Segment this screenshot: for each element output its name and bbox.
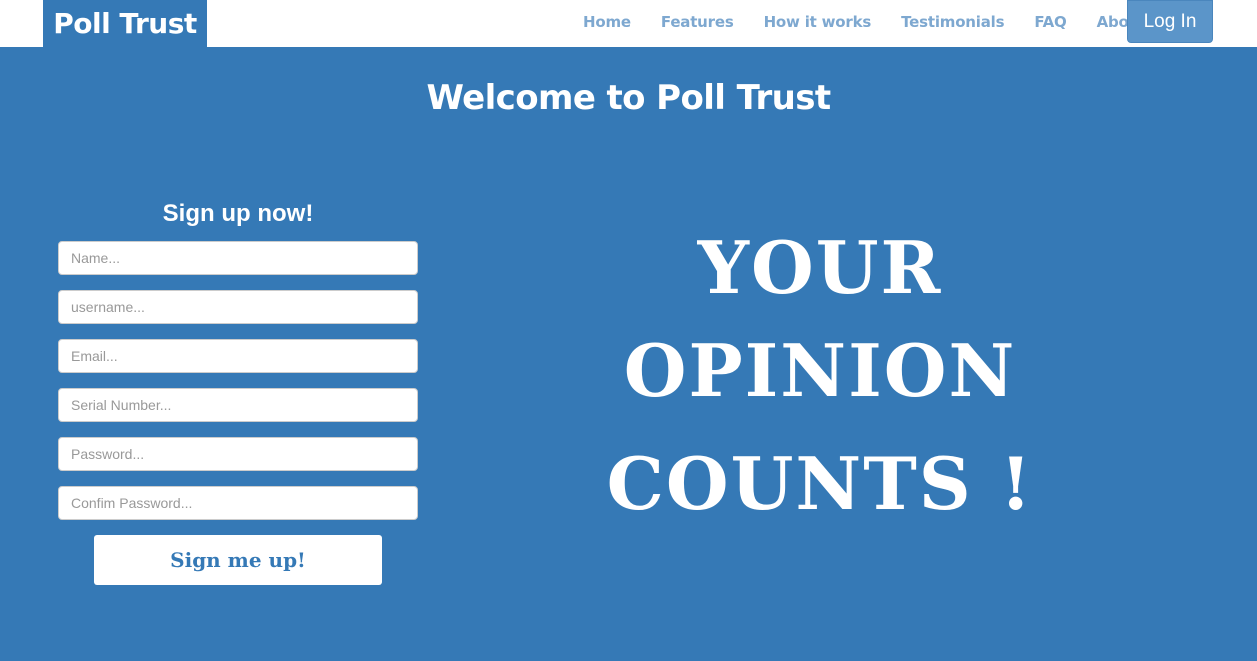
- slogan-line-3: COUNTS !: [606, 441, 1034, 526]
- serial-number-input[interactable]: [58, 388, 418, 422]
- page-title: Welcome to Poll Trust: [426, 78, 831, 118]
- email-input[interactable]: [58, 339, 418, 373]
- signup-button[interactable]: Sign me up!: [94, 535, 382, 585]
- nav-links: Home Features How it works Testimonials …: [568, 0, 1186, 44]
- name-input[interactable]: [58, 241, 418, 275]
- nav-link-home[interactable]: Home: [583, 13, 631, 31]
- slogan-line-1: YOUR: [697, 225, 943, 310]
- password-input[interactable]: [58, 437, 418, 471]
- nav-link-testimonials[interactable]: Testimonials: [901, 13, 1004, 31]
- navbar: Poll Trust Home Features How it works Te…: [0, 0, 1257, 47]
- signup-title: Sign up now!: [162, 200, 314, 227]
- slogan-line-2: OPINION: [623, 328, 1017, 413]
- nav-link-features[interactable]: Features: [661, 13, 734, 31]
- username-input[interactable]: [58, 290, 418, 324]
- confirm-password-input[interactable]: [58, 486, 418, 520]
- brand-logo[interactable]: Poll Trust: [43, 0, 207, 47]
- login-button[interactable]: Log In: [1127, 0, 1213, 43]
- nav-link-how-it-works[interactable]: How it works: [764, 13, 872, 31]
- nav-link-faq[interactable]: FAQ: [1034, 13, 1066, 31]
